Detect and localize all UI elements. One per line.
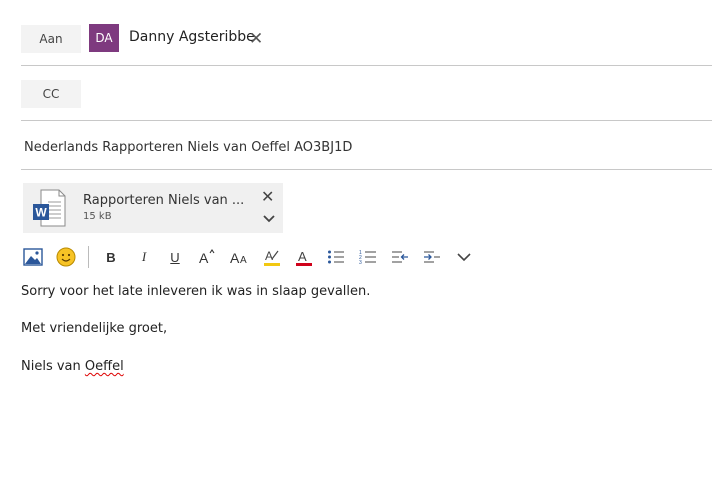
grow-font-icon[interactable]: A [195, 244, 219, 270]
underline-button[interactable]: U [164, 244, 186, 270]
misspelled-word[interactable]: Oeffel [85, 359, 124, 374]
remove-attachment-icon[interactable]: ✕ [261, 187, 274, 206]
word-document-icon: W [31, 188, 67, 228]
remove-recipient-icon[interactable]: ✕ [249, 30, 265, 48]
bullets-icon[interactable] [324, 244, 348, 270]
cc-divider [21, 120, 712, 121]
recipient-avatar: DA [89, 24, 119, 52]
chevron-down-icon[interactable] [452, 244, 476, 270]
signature-first: Niels van [21, 359, 85, 374]
formatting-toolbar: B I U A AA A A 123 [20, 244, 480, 270]
chevron-down-icon[interactable] [262, 211, 276, 225]
insert-picture-icon[interactable] [20, 244, 46, 270]
subject-field[interactable]: Nederlands Rapporteren Niels van Oeffel … [24, 140, 352, 155]
bold-button[interactable]: B [100, 244, 122, 270]
body-line-3[interactable]: Niels van Oeffel [21, 359, 124, 374]
attachment-name[interactable]: Rapporteren Niels van ... [83, 193, 244, 208]
font-size-icon[interactable]: AA [227, 244, 251, 270]
svg-text:A: A [230, 250, 240, 266]
highlight-icon[interactable]: A [260, 244, 284, 270]
numbering-icon[interactable]: 123 [356, 244, 380, 270]
recipient-name[interactable]: Danny Agsteribbe [129, 29, 255, 45]
decrease-indent-icon[interactable] [388, 244, 412, 270]
to-button[interactable]: Aan [21, 25, 81, 53]
svg-text:W: W [35, 206, 47, 220]
svg-text:A: A [298, 249, 307, 264]
svg-text:A: A [199, 250, 209, 266]
cc-button[interactable]: CC [21, 80, 81, 108]
italic-button[interactable]: I [133, 244, 155, 270]
body-line-1[interactable]: Sorry voor het late inleveren ik was in … [21, 284, 370, 299]
toolbar-separator [88, 246, 89, 268]
svg-text:A: A [265, 249, 273, 263]
increase-indent-icon[interactable] [420, 244, 444, 270]
svg-text:3: 3 [359, 260, 362, 265]
body-line-2[interactable]: Met vriendelijke groet, [21, 321, 167, 336]
emoji-icon[interactable] [53, 244, 79, 270]
subject-divider [21, 169, 712, 170]
font-color-icon[interactable]: A [292, 244, 316, 270]
svg-text:A: A [240, 255, 247, 266]
to-divider [21, 65, 712, 66]
attachment-card[interactable]: W Rapporteren Niels van ... 15 kB ✕ [23, 183, 283, 233]
attachment-size: 15 kB [83, 211, 112, 222]
